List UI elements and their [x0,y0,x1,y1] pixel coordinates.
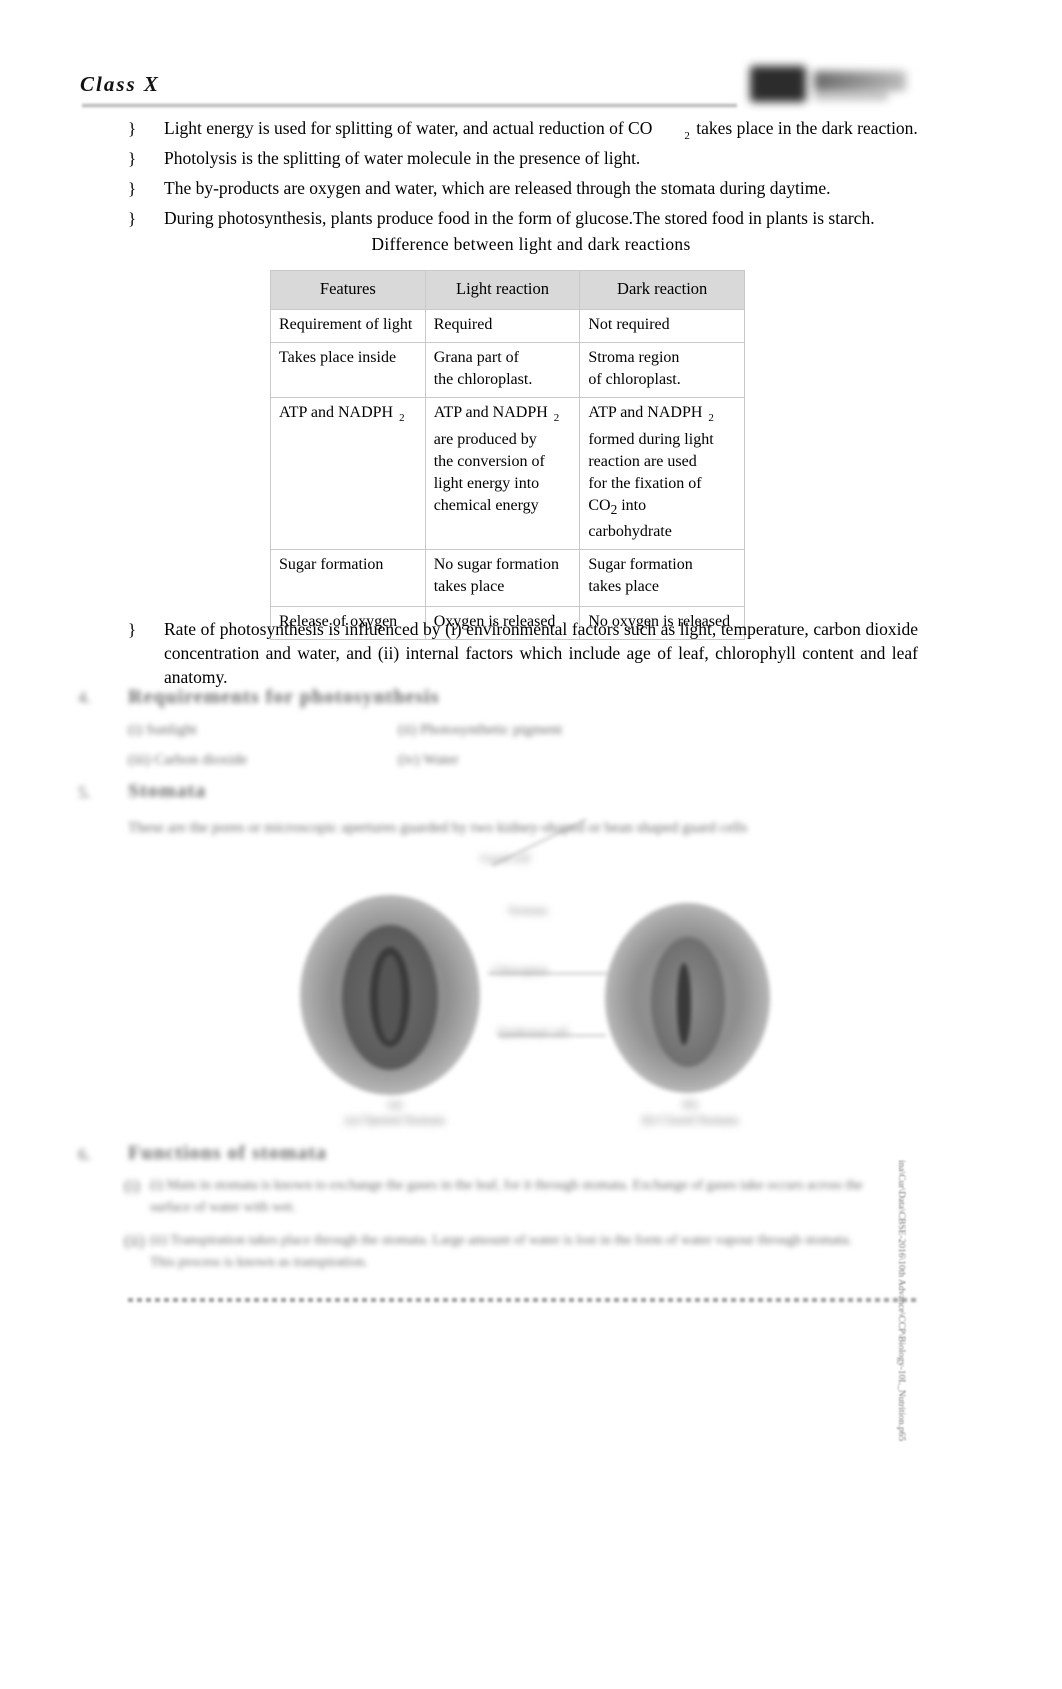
bullet-marker: } [128,149,137,168]
table-caption: Difference between light and dark reacti… [371,234,691,254]
list-item-text: Photolysis is the splitting of water mol… [164,148,641,168]
bullet-marker: } [128,179,137,198]
comparison-table: Features Light reaction Dark reaction Re… [270,270,745,641]
stomata-definition: These are the pores or microscopic apert… [128,820,748,836]
requirement-item-3: (iii) Carbon dioxide [128,752,248,768]
requirement-item-4: (iv) Water [398,752,459,768]
cell-light: Required [424,309,581,343]
cell-dark: Stroma region of chloroplast. [579,342,745,398]
list-item-text: Rate of photosynthesis is influenced by … [164,619,918,687]
header-divider [82,103,737,108]
bullet-text-part-2: takes place in the dark reaction. [696,118,918,138]
cell-feature: Takes place inside [270,342,426,398]
list-item-rate: } Rate of photosynthesis is influenced b… [128,617,918,689]
diagram-caption-right: (b) Closed Stomata [641,1113,739,1127]
cell-dark-rest: formed during light reaction are used fo… [588,431,714,493]
diagram-caption-left: (a) Opened Stomata [345,1113,445,1127]
bullet-text-part-1: Light energy is used for splitting of wa… [164,118,653,138]
diagram-caption-right-marker: (b) [682,1097,698,1111]
stoma-closed-pore [677,963,691,1045]
function-item-text: (ii) Transpiration takes place through t… [150,1233,852,1270]
list-item-text: The by-products are oxygen and water, wh… [164,178,831,198]
cell-feature-text: ATP and NADPH [279,404,394,421]
logo-wordmark [814,71,906,91]
list-item: } Photolysis is the splitting of water m… [128,146,918,171]
diagram-label-guard-cell: Guard cell [480,851,531,865]
nadph-subscript: 2 [553,412,560,425]
table-row: Requirement of light Required Not requir… [270,309,745,343]
page-title: Class X [80,72,160,96]
list-item: } During photosynthesis, plants produce … [128,206,918,231]
bullet-marker: } [128,209,137,228]
cell-dark: ATP and NADPH 2 formed during light react… [579,396,745,551]
nadph-subscript: 2 [399,412,405,425]
table-header-light-reaction: Light reaction [424,270,581,310]
file-path-watermark: ina\Cur\Data\CBSE-2016\10th Advance\CCP\… [896,1160,906,1442]
requirement-item-2: (ii) Photosynthetic pigment [398,722,563,738]
stoma-open-aperture [378,955,402,1041]
table-header-features: Features [270,270,426,310]
section-number-6: 6. [78,1145,91,1164]
function-item-marker: (ii) [124,1231,145,1250]
list-item-text: During photosynthesis, plants produce fo… [164,208,875,228]
section-number-5: 5. [78,783,91,802]
cell-light: No sugar formation takes place [424,549,581,608]
cell-dark-text: ATP and NADPH [588,404,703,421]
cell-dark: Not required [579,309,745,343]
section-heading-functions: Functions of stomata [128,1142,327,1164]
section-heading-stomata: Stomata [128,780,207,802]
stoma-closed [605,903,770,1093]
table-header-row: Features Light reaction Dark reaction [270,270,745,310]
requirement-item-1: (i) Sunlight [128,722,197,738]
diagram-caption-left-marker: (a) [388,1097,402,1111]
cell-feature: Requirement of light [270,309,426,343]
document-page: Class X } Light energy is used for split… [0,0,1062,1689]
function-item-text: (i) Main in stomata is known to exchange… [150,1178,863,1215]
page-header: Class X [0,0,1062,115]
publisher-logo [750,62,910,108]
cell-light: Grana part of the chloroplast. [424,342,581,398]
table-row: ATP and NADPH 2 ATP and NADPH 2 are produ… [270,396,745,551]
cell-dark: Sugar formation takes place [579,549,745,608]
co2-prefix: CO [588,497,611,515]
list-item: } Light energy is used for splitting of … [128,116,918,149]
cell-feature: ATP and NADPH 2 [270,396,426,551]
stomata-diagram: Guard cell Stomata Chloroplast Epidermal… [280,819,800,1145]
list-item-text: Light energy is used for splitting of wa… [164,116,918,149]
logo-subtext [814,93,888,100]
table-header-dark-reaction: Dark reaction [579,270,745,310]
stoma-open [300,895,480,1095]
diagram-label-epidermal-cell: Epidermal cell [498,1025,569,1039]
nadph-subscript: 2 [708,412,714,425]
function-item: (ii) (ii) Transpiration takes place thro… [124,1230,864,1274]
table-row: Sugar formation No sugar formation takes… [270,549,745,608]
section-heading-requirements: Requirements for photosynthesis [128,686,440,708]
cell-light-text: ATP and NADPH [433,404,548,421]
function-item-marker: (i) [124,1176,141,1195]
cell-dark-last: carbohydrate [588,523,672,541]
co2-subscript: 2 [684,129,690,142]
logo-mark [750,66,806,102]
diagram-label-stomata: Stomata [508,903,548,917]
section-number-4: 4. [78,688,91,707]
diagram-label-chloroplast: Chloroplast [492,963,548,977]
bullet-marker: } [128,119,137,138]
bullet-marker: } [128,620,137,639]
cell-feature: Sugar formation [270,549,426,608]
comparison-table-wrapper: Features Light reaction Dark reaction Re… [270,270,745,641]
table-row: Takes place inside Grana part of the chl… [270,342,745,398]
function-item: (i) (i) Main in stomata is known to exch… [124,1175,864,1219]
list-item: } The by-products are oxygen and water, … [128,176,918,201]
cell-light: ATP and NADPH 2 are produced by the conve… [424,396,581,551]
footer-divider [128,1298,918,1302]
co2-suffix: into [617,497,647,515]
cell-light-rest: are produced by the conversion of light … [433,431,545,515]
